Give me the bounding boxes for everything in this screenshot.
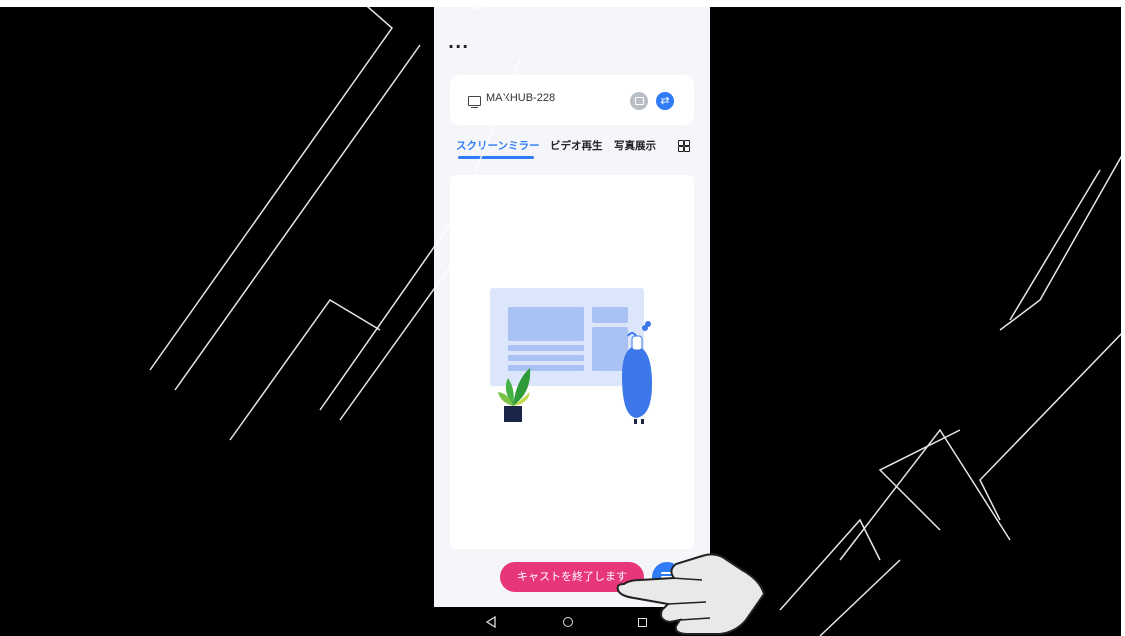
device-name: MAXHUB-228: [486, 92, 556, 104]
grid-icon[interactable]: [678, 140, 690, 152]
tap-gesture-hand: [616, 553, 766, 635]
tab-screen-mirror[interactable]: スクリーンミラー: [456, 138, 539, 153]
more-menu-button[interactable]: ...: [448, 35, 469, 51]
phone-screen: ... MAXHUB-228 ⇄ スクリーンミラー ビデオ再生 写真展示 キャス…: [434, 7, 710, 607]
tab-photo-display[interactable]: 写真展示: [614, 138, 656, 153]
back-icon[interactable]: [486, 616, 496, 628]
monitor-icon: [468, 96, 481, 109]
mirror-content-panel: [450, 175, 694, 549]
device-card[interactable]: MAXHUB-228 ⇄: [450, 75, 694, 125]
tab-bar: スクリーンミラー ビデオ再生 写真展示: [456, 138, 696, 164]
cast-icon[interactable]: [630, 92, 648, 110]
switch-icon[interactable]: ⇄: [656, 92, 674, 110]
screen-right-border: [1121, 0, 1125, 636]
screen-mirror-illustration: [490, 288, 652, 424]
active-tab-indicator: [458, 156, 534, 159]
screen-top-border: [0, 0, 1125, 7]
home-icon[interactable]: [563, 617, 573, 627]
tab-video-playback[interactable]: ビデオ再生: [550, 138, 603, 153]
